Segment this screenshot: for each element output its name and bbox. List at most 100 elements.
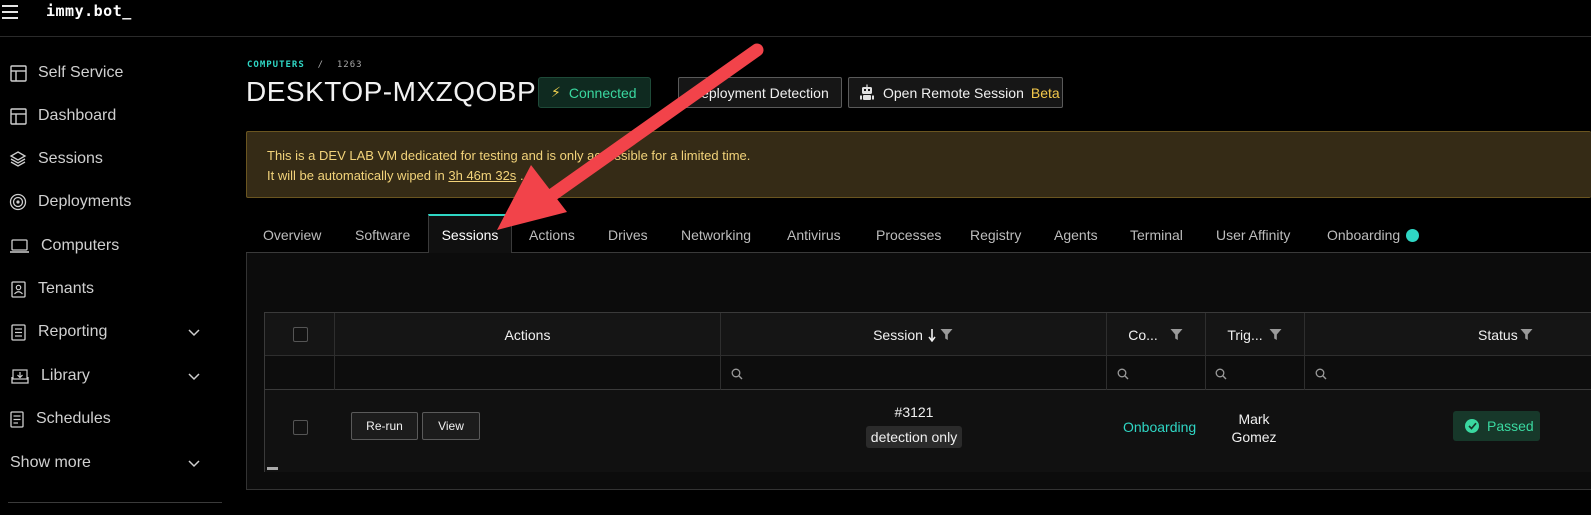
column-header-computer[interactable]: Co... xyxy=(1106,313,1205,356)
horizontal-scrollbar[interactable] xyxy=(267,467,278,470)
wipe-countdown-timer: 3h 46m 32s xyxy=(448,168,517,183)
column-divider xyxy=(1304,356,1305,390)
lightning-icon: ⚡︎ xyxy=(551,84,561,100)
search-icon[interactable] xyxy=(731,367,743,385)
report-icon xyxy=(9,323,27,341)
deployment-detection-label: Deployment Detection xyxy=(691,84,829,101)
open-remote-session-button[interactable]: Open Remote Session Beta xyxy=(848,77,1063,108)
sidebar: Self Service Dashboard Sessions Deployme… xyxy=(0,38,235,515)
sidebar-item-label: Tenants xyxy=(38,280,95,297)
sidebar-item-deployments[interactable]: Deployments xyxy=(0,182,222,222)
main-content: COMPUTERS / 1263 DESKTOP-MXZQOBP ⚡︎ Conn… xyxy=(235,38,1591,515)
rerun-button[interactable]: Re-run xyxy=(351,412,418,440)
column-divider xyxy=(720,313,721,356)
layout-icon xyxy=(9,64,27,82)
robot-icon xyxy=(859,84,875,102)
alert-line-1: This is a DEV LAB VM dedicated for testi… xyxy=(267,148,751,163)
row-checkbox[interactable] xyxy=(293,420,308,435)
sidebar-item-dashboard[interactable]: Dashboard xyxy=(0,96,222,136)
open-remote-session-label: Open Remote Session xyxy=(883,84,1024,101)
trigger-last-name: Gomez xyxy=(1231,429,1277,445)
filter-icon[interactable] xyxy=(1269,328,1282,341)
tab-terminal[interactable]: Terminal xyxy=(1130,214,1183,253)
column-divider xyxy=(1106,313,1107,356)
sort-descending-icon[interactable] xyxy=(928,328,936,342)
table-header-row: Actions Session Co... Trig... Status xyxy=(265,313,1591,356)
tab-processes[interactable]: Processes xyxy=(876,214,941,253)
tab-onboarding-label: Onboarding xyxy=(1327,227,1401,243)
column-divider xyxy=(334,356,335,390)
computer-tabs: Overview Software Sessions Actions Drive… xyxy=(246,214,1591,254)
sidebar-item-label: Reporting xyxy=(38,323,108,340)
sidebar-item-self-service[interactable]: Self Service xyxy=(0,53,222,93)
tab-drives[interactable]: Drives xyxy=(608,214,648,253)
table-filter-row xyxy=(265,356,1591,390)
breadcrumb-link-computers[interactable]: COMPUTERS xyxy=(247,60,305,70)
breadcrumb: COMPUTERS / 1263 xyxy=(247,60,363,70)
dev-lab-warning-alert: This is a DEV LAB VM dedicated for testi… xyxy=(246,131,1591,198)
column-header-status[interactable]: Status xyxy=(1425,313,1591,356)
column-divider xyxy=(334,313,335,356)
tab-onboarding[interactable]: Onboarding xyxy=(1327,214,1420,253)
onboarding-link[interactable]: Onboarding xyxy=(1123,419,1196,435)
filter-icon[interactable] xyxy=(940,328,953,341)
sessions-panel: Actions Session Co... Trig... Status Re-… xyxy=(246,253,1591,490)
column-header-trigger[interactable]: Trig... xyxy=(1205,313,1304,356)
table-row: Re-run View #3121 detection only Onboard… xyxy=(265,390,1591,472)
brand-logo[interactable]: immy.bot_ xyxy=(46,2,132,20)
tab-antivirus[interactable]: Antivirus xyxy=(787,214,841,253)
search-icon[interactable] xyxy=(1117,367,1129,385)
tab-actions[interactable]: Actions xyxy=(529,214,575,253)
sidebar-item-label: Library xyxy=(41,367,90,384)
search-icon[interactable] xyxy=(1315,367,1327,385)
page-title: DESKTOP-MXZQOBP xyxy=(246,76,537,107)
tab-networking[interactable]: Networking xyxy=(681,214,751,253)
trigger-user: Mark Gomez xyxy=(1215,410,1293,446)
sidebar-item-computers[interactable]: Computers xyxy=(0,226,222,266)
sidebar-item-tenants[interactable]: Tenants xyxy=(0,269,222,309)
sidebar-divider xyxy=(8,502,222,503)
search-icon[interactable] xyxy=(1215,367,1227,385)
sidebar-item-schedules[interactable]: Schedules xyxy=(0,399,222,439)
tab-user-affinity[interactable]: User Affinity xyxy=(1216,214,1290,253)
tab-agents[interactable]: Agents xyxy=(1054,214,1098,253)
view-button[interactable]: View xyxy=(422,412,480,440)
session-tag: detection only xyxy=(866,426,962,448)
tab-sessions[interactable]: Sessions xyxy=(428,214,512,254)
chevron-down-icon[interactable] xyxy=(188,324,200,342)
tab-software[interactable]: Software xyxy=(355,214,410,253)
tab-registry[interactable]: Registry xyxy=(970,214,1021,253)
filter-icon[interactable] xyxy=(1170,328,1183,341)
chevron-down-icon[interactable] xyxy=(188,368,200,386)
session-id-link[interactable]: #3121 xyxy=(866,404,962,420)
sidebar-item-label: Deployments xyxy=(38,193,132,210)
sidebar-item-library[interactable]: Library xyxy=(0,356,222,396)
sidebar-item-label: Self Service xyxy=(38,64,124,81)
sidebar-item-label: Show more xyxy=(10,454,91,471)
status-label: Passed xyxy=(1487,418,1534,434)
column-divider xyxy=(1304,313,1305,356)
column-divider xyxy=(1205,313,1206,356)
deployment-detection-button[interactable]: Deployment Detection xyxy=(678,77,842,108)
column-header-session[interactable]: Session xyxy=(720,313,1106,356)
sidebar-item-label: Sessions xyxy=(38,150,103,167)
sidebar-item-reporting[interactable]: Reporting xyxy=(0,312,222,352)
connection-status-label: Connected xyxy=(568,84,637,101)
trigger-first-name: Mark xyxy=(1238,411,1270,427)
sidebar-item-sessions[interactable]: Sessions xyxy=(0,139,222,179)
filter-icon[interactable] xyxy=(1520,328,1533,341)
breadcrumb-computer-id: 1263 xyxy=(336,60,363,70)
chevron-down-icon[interactable] xyxy=(188,455,200,473)
hamburger-menu-icon[interactable] xyxy=(2,5,18,19)
select-all-checkbox[interactable] xyxy=(293,327,308,342)
sidebar-item-label: Schedules xyxy=(36,410,111,427)
top-bar: immy.bot_ xyxy=(0,0,1591,37)
download-tray-icon xyxy=(9,367,30,385)
sessions-table: Actions Session Co... Trig... Status Re-… xyxy=(264,312,1591,472)
laptop-icon xyxy=(9,237,30,255)
sidebar-item-label: Computers xyxy=(41,237,120,254)
beta-badge: Beta xyxy=(1030,84,1060,101)
target-icon xyxy=(9,193,27,211)
sidebar-show-more[interactable]: Show more xyxy=(0,443,222,483)
tab-overview[interactable]: Overview xyxy=(263,214,321,253)
